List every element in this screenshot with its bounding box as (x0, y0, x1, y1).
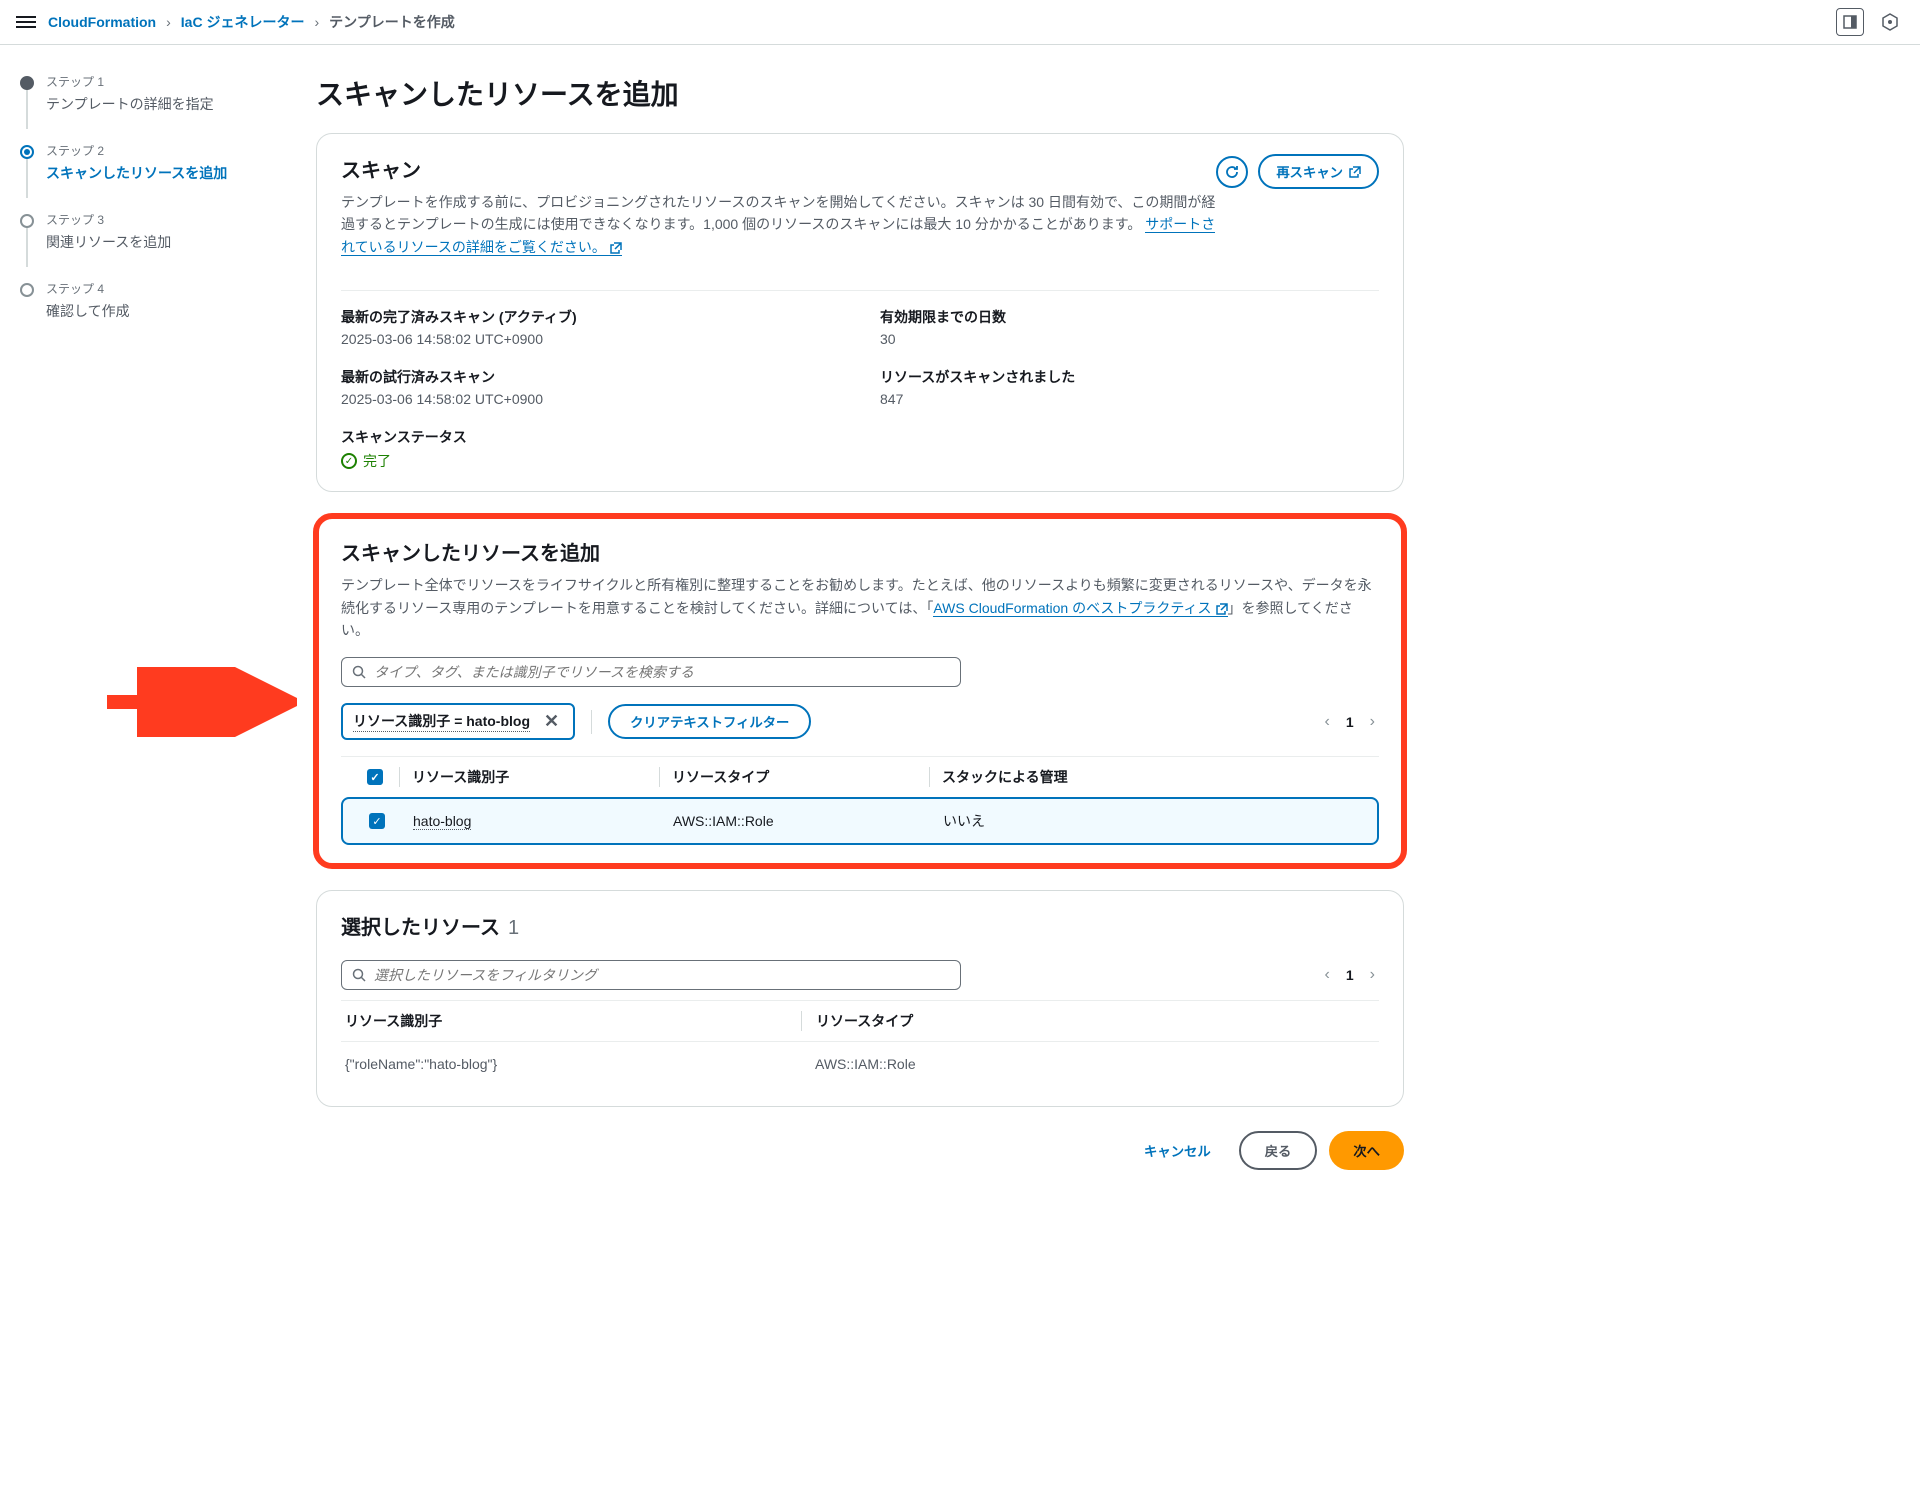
resources-scanned-value: 847 (880, 391, 1379, 407)
check-circle-icon: ✓ (341, 453, 357, 469)
col-header-type[interactable]: リソースタイプ (659, 767, 929, 787)
step-2[interactable]: ステップ 2 スキャンしたリソースを追加 (20, 142, 260, 183)
breadcrumb-mid[interactable]: IaC ジェネレーター (181, 12, 305, 32)
selected-search[interactable] (341, 960, 961, 990)
step-4[interactable]: ステップ 4 確認して作成 (20, 280, 260, 321)
panel-icon[interactable] (1836, 8, 1864, 36)
best-practices-link[interactable]: AWS CloudFormation のベストプラクティス (933, 600, 1227, 617)
scan-status-label: スキャンステータス (341, 427, 840, 447)
refresh-icon (1224, 164, 1240, 180)
selected-title: 選択したリソース (341, 911, 500, 940)
selected-col-id[interactable]: リソース識別子 (341, 1011, 801, 1031)
prev-page-button[interactable]: ‹ (1321, 709, 1334, 735)
table-row[interactable]: ✓ hato-blog AWS::IAM::Role いいえ (341, 797, 1379, 845)
top-nav: CloudFormation › IaC ジェネレーター › テンプレートを作成 (0, 0, 1920, 45)
scan-panel: スキャン テンプレートを作成する前に、プロビジョニングされたリソースのスキャンを… (316, 133, 1404, 492)
selected-prev-page[interactable]: ‹ (1321, 962, 1334, 988)
breadcrumb-current: テンプレートを作成 (329, 12, 455, 32)
page-title: スキャンしたリソースを追加 (316, 73, 1404, 113)
resource-search-input[interactable] (374, 664, 950, 680)
last-attempted-label: 最新の試行済みスキャン (341, 367, 840, 387)
scan-status-value: ✓ 完了 (341, 451, 840, 471)
resources-table: ✓ リソース識別子 リソースタイプ スタックによる管理 ✓ hato-blog … (341, 756, 1379, 845)
external-link-icon (1349, 166, 1361, 178)
select-all-checkbox[interactable]: ✓ (367, 769, 383, 785)
menu-icon[interactable] (16, 13, 36, 31)
footer-actions: キャンセル 戻る 次へ (316, 1131, 1404, 1170)
row-id: hato-blog (413, 813, 471, 830)
selected-col-type[interactable]: リソースタイプ (801, 1011, 1379, 1031)
last-completed-label: 最新の完了済みスキャン (アクティブ) (341, 307, 840, 327)
back-button[interactable]: 戻る (1239, 1131, 1318, 1170)
hex-icon[interactable] (1876, 8, 1904, 36)
cancel-button[interactable]: キャンセル (1128, 1133, 1227, 1168)
scan-description: テンプレートを作成する前に、プロビジョニングされたリソースのスキャンを開始してく… (341, 191, 1216, 258)
search-icon (352, 665, 366, 679)
selected-row-type: AWS::IAM::Role (801, 1056, 1379, 1072)
last-attempted-value: 2025-03-06 14:58:02 UTC+0900 (341, 391, 840, 407)
row-type: AWS::IAM::Role (661, 813, 931, 829)
refresh-button[interactable] (1216, 156, 1248, 188)
clear-text-filter-button[interactable]: クリアテキストフィルター (608, 704, 811, 739)
rescan-button[interactable]: 再スキャン (1258, 154, 1379, 189)
breadcrumb-root[interactable]: CloudFormation (48, 14, 156, 30)
selected-row: {"roleName":"hato-blog"} AWS::IAM::Role (341, 1041, 1379, 1086)
row-stack: いいえ (931, 811, 1363, 831)
selected-search-input[interactable] (374, 967, 950, 983)
add-description: テンプレート全体でリソースをライフサイクルと所有権別に整理することをお勧めします… (341, 574, 1379, 641)
resources-pager: ‹ 1 › (1321, 709, 1379, 735)
selected-pager: ‹ 1 › (1321, 962, 1379, 988)
scan-title: スキャン (341, 154, 1216, 183)
selected-count: 1 (508, 917, 519, 940)
add-title: スキャンしたリソースを追加 (341, 537, 1379, 566)
selected-next-page[interactable]: › (1366, 962, 1379, 988)
add-resources-panel: スキャンしたリソースを追加 テンプレート全体でリソースをライフサイクルと所有権別… (316, 516, 1404, 866)
next-page-button[interactable]: › (1366, 709, 1379, 735)
row-checkbox[interactable]: ✓ (369, 813, 385, 829)
remove-filter-button[interactable]: ✕ (540, 711, 563, 732)
breadcrumb: CloudFormation › IaC ジェネレーター › テンプレートを作成 (48, 12, 1836, 32)
wizard-sidebar: ステップ 1 テンプレートの詳細を指定 ステップ 2 スキャンしたリソースを追加… (0, 45, 280, 1198)
search-icon (352, 968, 366, 982)
step-3[interactable]: ステップ 3 関連リソースを追加 (20, 211, 260, 252)
days-left-label: 有効期限までの日数 (880, 307, 1379, 327)
filter-tag: リソース識別子 = hato-blog ✕ (341, 703, 575, 740)
col-header-id[interactable]: リソース識別子 (399, 767, 659, 787)
selected-row-id: {"roleName":"hato-blog"} (341, 1056, 801, 1072)
last-completed-value: 2025-03-06 14:58:02 UTC+0900 (341, 331, 840, 347)
days-left-value: 30 (880, 331, 1379, 347)
selected-resources-panel: 選択したリソース 1 ‹ 1 › リソース識別子 リソースタイプ {"rol (316, 890, 1404, 1107)
col-header-stack[interactable]: スタックによる管理 (929, 767, 1365, 787)
step-1[interactable]: ステップ 1 テンプレートの詳細を指定 (20, 73, 260, 114)
resources-scanned-label: リソースがスキャンされました (880, 367, 1379, 387)
resource-search[interactable] (341, 657, 961, 687)
next-button[interactable]: 次へ (1329, 1131, 1404, 1170)
